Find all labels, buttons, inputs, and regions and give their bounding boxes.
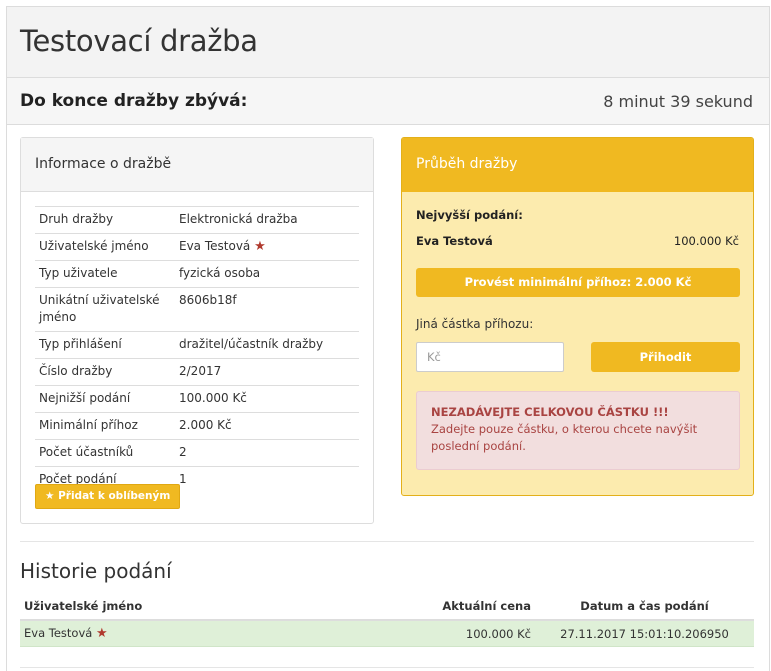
history-datetime: 27.11.2017 15:01:10.206950 [535,620,754,647]
history-user-cell: Eva Testová ★ [20,620,400,647]
countdown-label: Do konce dražby zbývá: [20,91,248,111]
auction-info-panel: Informace o dražbě Druh dražby Elektroni… [20,137,374,524]
info-key: Minimální příhoz [35,412,175,440]
info-row: Uživatelské jméno Eva Testová ★ [35,233,359,261]
column-header-datetime: Datum a čas podání [535,595,754,621]
info-key: Počet účastníků [35,439,175,467]
other-amount-label: Jiná částka příhozu: [416,317,534,331]
countdown-bar: Do konce dražby zbývá: 8 minut 39 sekund [7,78,769,125]
info-value: fyzická osoba [175,260,359,288]
auction-info-header: Informace o dražbě [21,138,373,192]
minimum-bid-button[interactable]: Provést minimální příhoz: 2.000 Kč [416,268,740,297]
info-row: Typ uživatele fyzická osoba [35,260,359,288]
bid-history-table: Uživatelské jméno Aktuální cena Datum a … [20,595,754,647]
info-row: Unikátní uživatelské jméno 8606b18f [35,287,359,332]
star-icon: ★ [254,239,266,254]
info-value: 2 [175,439,359,467]
page-title: Testovací dražba [20,24,258,58]
history-price: 100.000 Kč [400,620,535,647]
info-row: Typ přihlášení dražitel/účastník dražby [35,331,359,359]
add-to-favorites-button[interactable]: ★ Přidat k oblíbeným [35,484,181,509]
place-bid-button[interactable]: Přihodit [591,342,740,372]
add-to-favorites-label: Přidat k oblíbeným [58,490,171,502]
star-icon: ★ [95,626,108,641]
history-row: Eva Testová ★ 100.000 Kč 27.11.2017 15:0… [20,620,754,647]
username-value: Eva Testová [179,239,251,253]
info-value: Elektronická dražba [175,206,359,234]
history-user: Eva Testová [24,626,93,640]
star-icon: ★ [45,490,55,502]
info-value: dražitel/účastník dražby [175,331,359,359]
info-row: Minimální příhoz 2.000 Kč [35,412,359,440]
page-frame: Testovací dražba Do konce dražby zbývá: … [6,6,770,671]
info-key: Typ uživatele [35,260,175,288]
highest-bid-user: Eva Testová [416,234,493,248]
warning-text: Zadejte pouze částku, o kterou chcete na… [431,422,698,453]
history-title: Historie podání [20,559,172,583]
info-row: Druh dražby Elektronická dražba [35,206,359,234]
column-header-price: Aktuální cena [400,595,535,621]
info-key: Číslo dražby [35,358,175,386]
auction-progress-header: Průběh dražby [402,138,753,192]
info-key: Nejnižší podání [35,385,175,413]
countdown-value: 8 minut 39 sekund [603,92,753,111]
auction-info-heading: Informace o dražbě [35,156,172,172]
auction-progress-panel: Průběh dražby Nejvyšší podání: Eva Testo… [401,137,754,496]
bid-amount-input[interactable] [416,342,564,372]
info-value: Eva Testová ★ [175,233,359,261]
auction-progress-heading: Průběh dražby [416,156,518,172]
highest-bid-label: Nejvyšší podání: [416,208,523,222]
info-key: Uživatelské jméno [35,233,175,261]
info-row: Nejnižší podání 100.000 Kč [35,385,359,413]
title-bar: Testovací dražba [7,7,769,78]
warning-alert: NEZADÁVEJTE CELKOVOU ČÁSTKU !!! Zadejte … [416,391,740,470]
section-divider [20,541,754,542]
info-row: Počet účastníků 2 [35,439,359,467]
highest-bid-amount: 100.000 Kč [673,234,739,248]
warning-title: NEZADÁVEJTE CELKOVOU ČÁSTKU !!! [431,405,669,419]
info-value: 100.000 Kč [175,385,359,413]
info-key: Unikátní uživatelské jméno [35,287,175,332]
auction-info-table: Druh dražby Elektronická dražba Uživatel… [35,206,359,493]
info-value: 2/2017 [175,358,359,386]
info-value: 8606b18f [175,287,359,332]
column-header-user: Uživatelské jméno [20,595,400,621]
info-value: 1 [175,466,359,493]
bottom-divider [20,667,754,668]
info-row: Číslo dražby 2/2017 [35,358,359,386]
info-value: 2.000 Kč [175,412,359,440]
history-header-row: Uživatelské jméno Aktuální cena Datum a … [20,595,754,621]
info-key: Typ přihlášení [35,331,175,359]
info-key: Druh dražby [35,206,175,234]
